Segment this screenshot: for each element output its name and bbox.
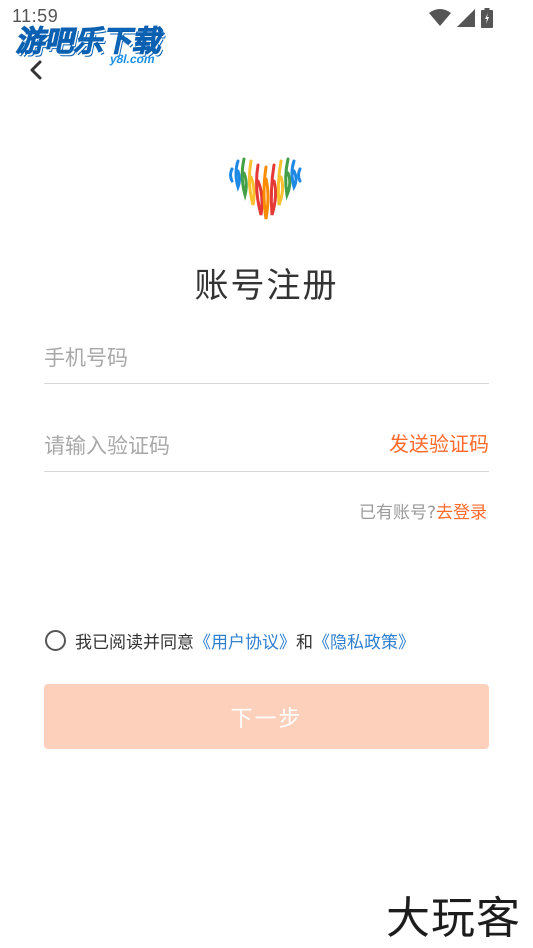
brand-watermark: 大玩客 bbox=[386, 893, 521, 944]
agree-radio[interactable] bbox=[45, 630, 66, 651]
verification-code-field: 发送验证码 bbox=[44, 416, 489, 472]
login-prompt: 已有账号?去登录 bbox=[359, 498, 487, 523]
wifi-icon bbox=[429, 9, 451, 26]
agreement-row: 我已阅读并同意 《用户协议》 和 《隐私政策》 bbox=[45, 628, 415, 653]
app-logo-heart bbox=[229, 157, 302, 220]
agree-prefix: 我已阅读并同意 bbox=[75, 633, 194, 653]
back-button[interactable] bbox=[24, 56, 50, 84]
and-text: 和 bbox=[296, 633, 313, 653]
phone-input[interactable] bbox=[44, 342, 364, 374]
go-login-link[interactable]: 去登录 bbox=[436, 503, 487, 523]
register-screen: 11:59 游吧乐下载 y8l.com 账号注册 手机号码 请输入验证码 发送验… bbox=[0, 0, 533, 948]
watermark-domain: y8l.com bbox=[108, 52, 157, 66]
verification-code-input[interactable] bbox=[44, 430, 364, 462]
back-icon bbox=[30, 60, 42, 80]
next-step-button[interactable]: 下一步 bbox=[44, 684, 489, 749]
watermark-logo: 游吧乐下载 y8l.com bbox=[13, 18, 168, 67]
signal-icon bbox=[457, 9, 475, 27]
status-icons bbox=[429, 8, 493, 28]
has-account-text: 已有账号? bbox=[358, 503, 436, 523]
battery-icon bbox=[481, 8, 493, 28]
page-title: 账号注册 bbox=[194, 266, 339, 306]
privacy-policy-link[interactable]: 《隐私政策》 bbox=[313, 628, 415, 653]
phone-field bbox=[44, 328, 489, 384]
user-agreement-link[interactable]: 《用户协议》 bbox=[194, 628, 296, 653]
send-code-button[interactable]: 发送验证码 bbox=[389, 428, 489, 457]
